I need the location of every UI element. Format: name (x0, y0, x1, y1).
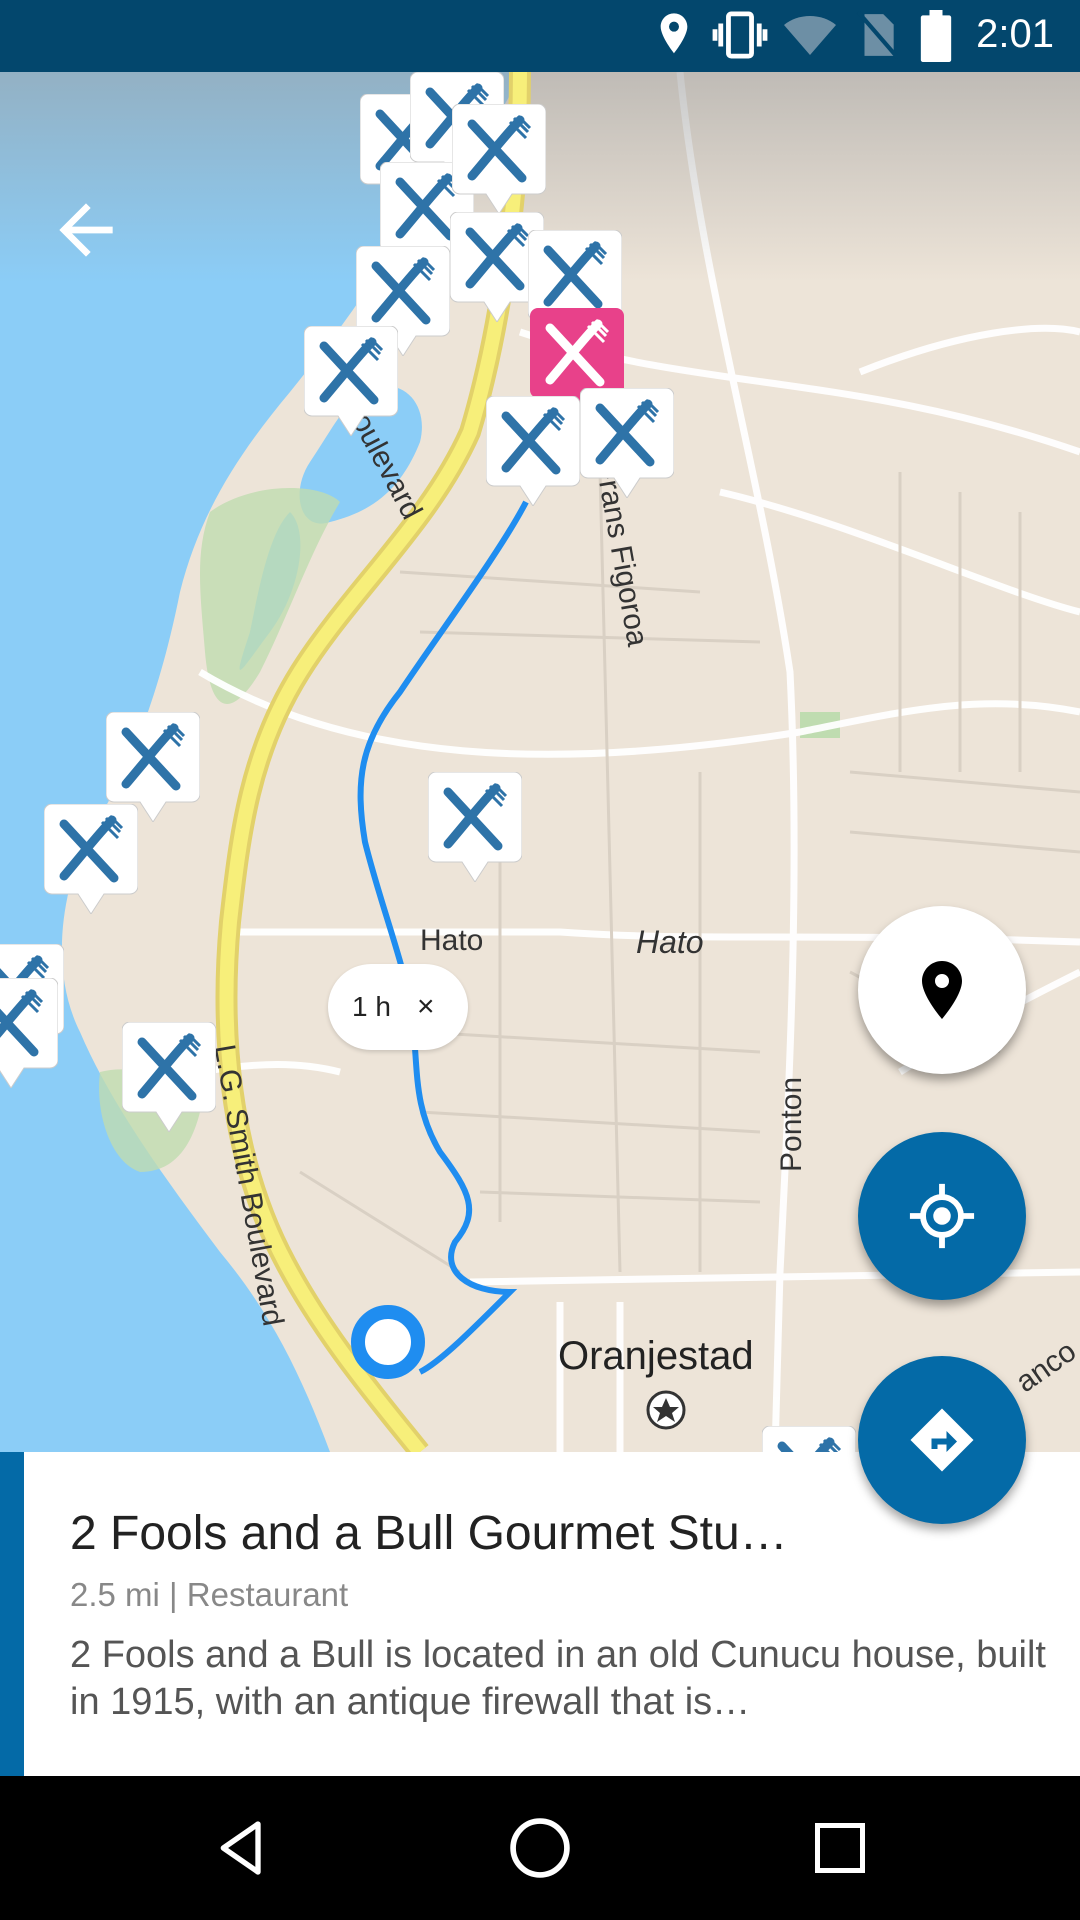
fork-knife-icon (427, 771, 523, 883)
street-label: Hato (420, 924, 484, 957)
city-label: Oranjestad (558, 1334, 754, 1378)
restaurant-pin[interactable] (451, 103, 547, 215)
my-location-icon (909, 1183, 975, 1249)
back-button[interactable] (46, 190, 126, 270)
restaurant-pin[interactable] (485, 395, 581, 507)
arrow-back-icon (59, 203, 113, 257)
fork-knife-icon (485, 395, 581, 507)
vibrate-icon (712, 11, 768, 59)
home-icon[interactable] (506, 1814, 574, 1882)
battery-icon (920, 10, 952, 62)
sheet-accent-bar (0, 1452, 24, 1776)
restaurant-pin[interactable] (427, 771, 523, 883)
place-description: 2 Fools and a Bull is located in an old … (70, 1634, 1046, 1723)
fork-knife-icon (761, 1425, 857, 1452)
place-meta: 2.5 mi | Restaurant (70, 1576, 349, 1613)
recents-icon[interactable] (810, 1818, 870, 1878)
restaurant-pin[interactable] (761, 1425, 857, 1452)
directions-icon (910, 1408, 974, 1472)
location-icon (660, 13, 688, 54)
street-label: Hato (636, 924, 704, 960)
place-icon (922, 961, 962, 1019)
restaurant-pin[interactable] (579, 387, 675, 499)
restaurant-pin[interactable] (43, 803, 139, 915)
fork-knife-icon (303, 325, 399, 437)
restaurant-pin[interactable] (0, 977, 59, 1089)
route-duration: 1 h (352, 991, 391, 1022)
map-view[interactable]: Caya Frans Figoroa in Boulevard Hato Hat… (0, 72, 1080, 1452)
place-title: 2 Fools and a Bull Gourmet Stu… (70, 1507, 788, 1560)
place-button[interactable] (858, 906, 1026, 1074)
nav-back-icon[interactable] (210, 1816, 274, 1880)
close-icon[interactable]: × (417, 990, 435, 1024)
fork-knife-icon (451, 103, 547, 215)
status-bar: 2:01 (0, 0, 1080, 72)
street-label: Ponton (775, 1076, 808, 1172)
no-sim-icon (856, 10, 898, 60)
clock: 2:01 (976, 12, 1054, 56)
fork-knife-icon (43, 803, 139, 915)
navigation-bar (0, 1776, 1080, 1920)
fork-knife-icon (0, 977, 59, 1089)
directions-button[interactable] (858, 1356, 1026, 1524)
restaurant-pin[interactable] (121, 1021, 217, 1133)
my-location-button[interactable] (858, 1132, 1026, 1300)
fork-knife-icon (121, 1021, 217, 1133)
route-duration-chip: 1 h × (328, 964, 468, 1050)
restaurant-pin[interactable] (303, 325, 399, 437)
wifi-icon (784, 16, 836, 55)
fork-knife-icon (579, 387, 675, 499)
